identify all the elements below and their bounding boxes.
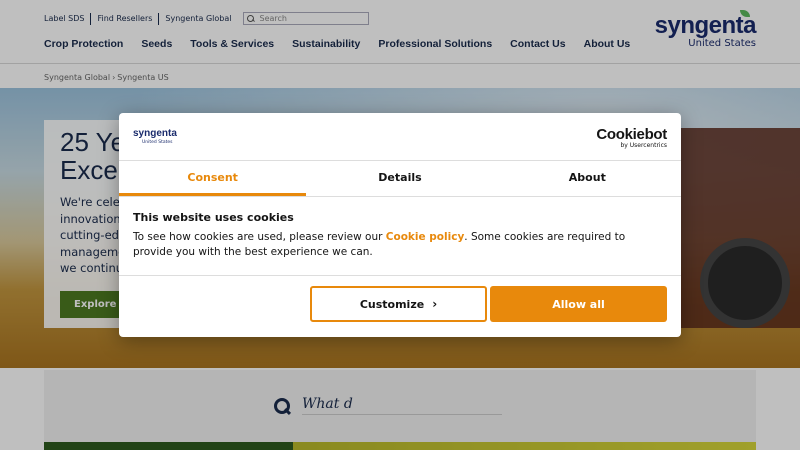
tab-about[interactable]: About — [494, 161, 681, 196]
allow-all-button[interactable]: Allow all — [490, 286, 667, 322]
cookie-consent-dialog: syngenta United States Cookiebot by User… — [119, 113, 681, 337]
dialog-syngenta-logo: syngenta United States — [133, 128, 177, 146]
tab-consent[interactable]: Consent — [119, 161, 307, 196]
consent-body: This website uses cookies To see how coo… — [133, 211, 667, 260]
cookiebot-logo[interactable]: Cookiebot by Usercentrics — [596, 127, 667, 149]
dialog-header: syngenta United States Cookiebot by User… — [119, 113, 681, 161]
cookie-policy-link[interactable]: Cookie policy — [386, 231, 465, 243]
tab-details[interactable]: Details — [306, 161, 493, 196]
consent-title: This website uses cookies — [133, 211, 294, 224]
chevron-right-icon: › — [432, 297, 438, 311]
consent-tabs: Consent Details About — [119, 161, 681, 197]
customize-button[interactable]: Customize › — [310, 286, 487, 322]
consent-text: To see how cookies are used, please revi… — [133, 231, 626, 258]
consent-actions: Customize › Allow all — [119, 275, 681, 337]
